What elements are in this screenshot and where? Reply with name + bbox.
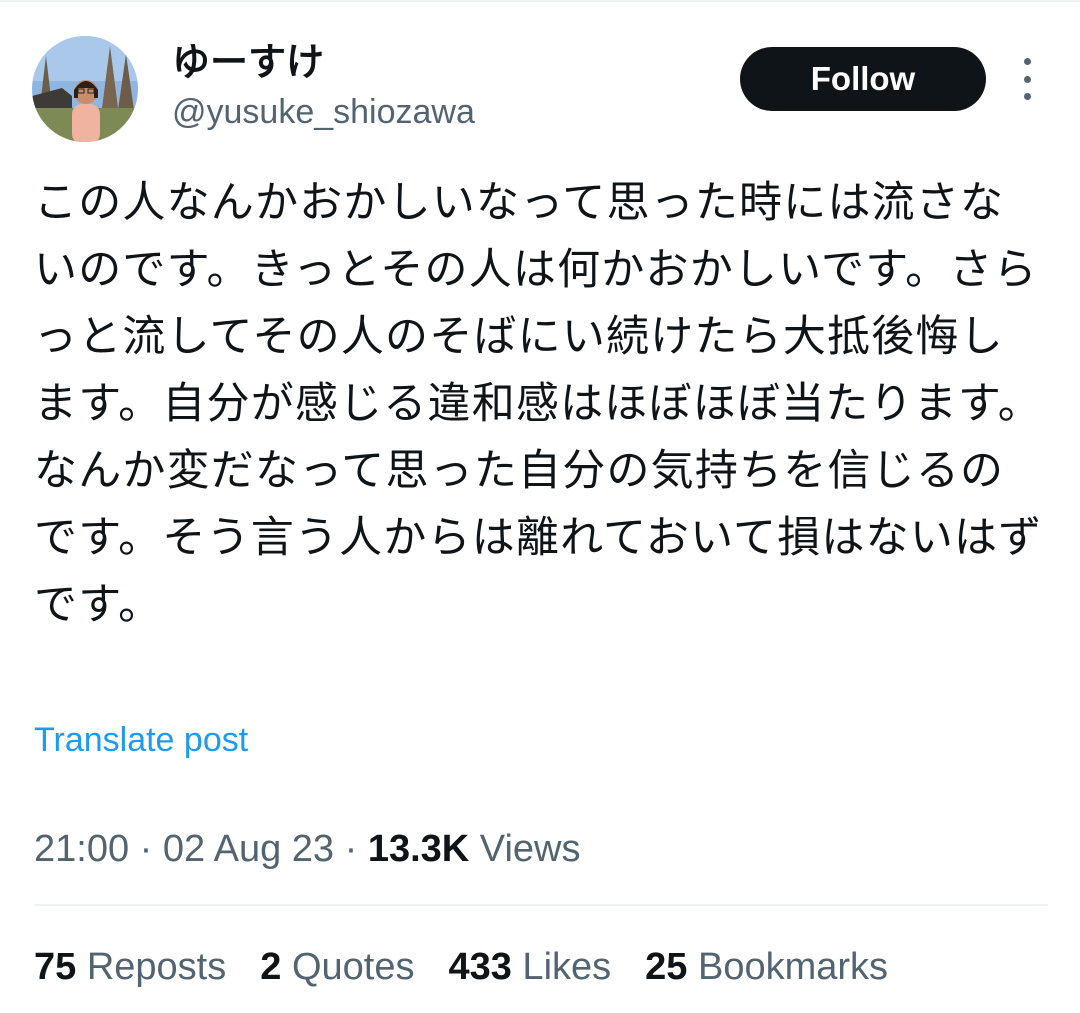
post-date[interactable]: 02 Aug 23 xyxy=(163,828,334,870)
likes-label: Likes xyxy=(511,946,612,988)
display-name[interactable]: ゆーすけ xyxy=(172,38,324,86)
reposts-label: Reposts xyxy=(76,946,227,988)
post-text: この人なんかおかしいなって思った時には流さないのです。きっとその人は何かおかしい… xyxy=(34,178,1043,630)
bookmarks-stat[interactable]: 25 Bookmarks xyxy=(645,944,888,990)
quotes-count: 2 xyxy=(260,946,282,988)
more-dot xyxy=(1023,58,1031,65)
meta-separator: · xyxy=(129,828,163,870)
bookmarks-label: Bookmarks xyxy=(687,946,889,988)
bookmarks-count: 25 xyxy=(645,946,688,988)
quotes-label: Quotes xyxy=(281,946,415,988)
user-handle[interactable]: @yusuke_shiozawa xyxy=(172,90,475,134)
translate-post-link[interactable]: Translate post xyxy=(34,718,248,762)
reposts-count: 75 xyxy=(34,946,77,988)
more-dot xyxy=(1023,93,1031,100)
post-time[interactable]: 21:00 xyxy=(34,828,129,870)
top-divider xyxy=(0,0,1080,2)
likes-stat[interactable]: 433 Likes xyxy=(448,944,611,990)
avatar[interactable] xyxy=(32,36,138,142)
more-dot xyxy=(1023,75,1031,83)
quotes-stat[interactable]: 2 Quotes xyxy=(260,944,414,990)
likes-count: 433 xyxy=(448,946,512,988)
engagement-stats: 75 Reposts 2 Quotes 433 Likes 25 Bookmar… xyxy=(34,944,922,990)
more-vertical-icon[interactable] xyxy=(1014,58,1040,100)
stats-divider xyxy=(34,904,1048,906)
meta-separator: · xyxy=(334,828,368,870)
views-count: 13.3K xyxy=(367,828,470,870)
views-label: Views xyxy=(469,828,581,870)
post-meta: 21:00 · 02 Aug 23 · 13.3K Views xyxy=(34,826,580,872)
user-avatar-photo xyxy=(32,36,138,142)
follow-button[interactable]: Follow xyxy=(740,47,986,111)
reposts-stat[interactable]: 75 Reposts xyxy=(34,944,226,990)
